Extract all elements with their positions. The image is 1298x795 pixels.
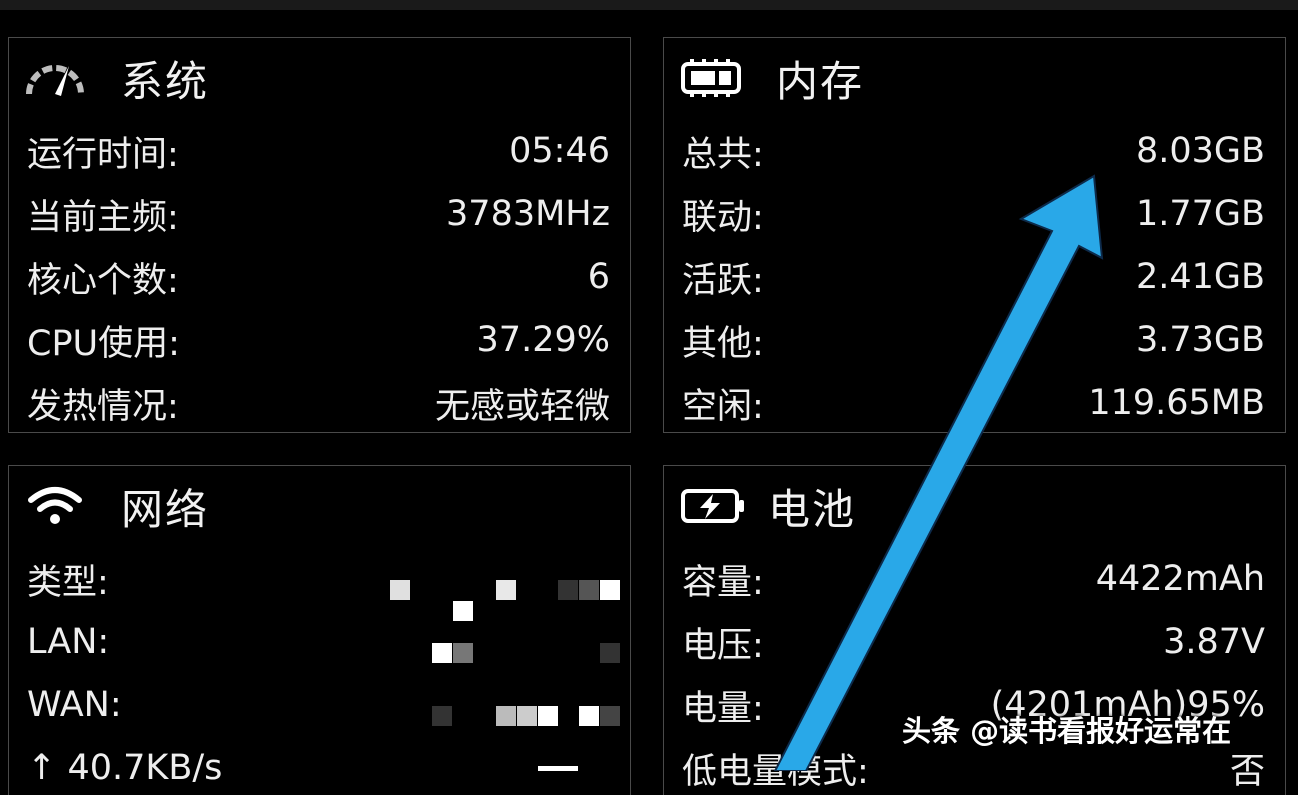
battery-voltage-value: 3.87V (1163, 622, 1265, 662)
system-panel: 系统 运行时间: 05:46 当前主频: 3783MHz 核心个数: 6 CPU… (8, 37, 631, 433)
memory-total-label: 总共: (682, 134, 764, 175)
memory-free-row: 空闲: 119.65MB (682, 378, 1265, 428)
battery-capacity-row: 容量: 4422mAh (682, 554, 1265, 604)
battery-voltage-label: 电压: (682, 625, 764, 666)
speedometer-icon (25, 56, 91, 100)
memory-wired-row: 联动: 1.77GB (682, 189, 1265, 239)
cpu-usage-row: CPU使用: 37.29% (27, 315, 610, 365)
network-header: 网络 (25, 482, 209, 534)
cores-row: 核心个数: 6 (27, 252, 610, 302)
frequency-value: 3783MHz (446, 194, 610, 234)
system-header: 系统 (25, 54, 209, 106)
network-upload-row: ↑ 40.7KB/s (27, 743, 610, 793)
memory-active-row: 活跃: 2.41GB (682, 252, 1265, 302)
battery-capacity-value: 4422mAh (1095, 559, 1265, 599)
network-title: 网络 (121, 484, 210, 534)
cpu-usage-value: 37.29% (476, 320, 610, 360)
memory-total-value: 8.03GB (1135, 131, 1265, 171)
battery-capacity-label: 容量: (682, 562, 764, 603)
cpu-usage-label: CPU使用: (27, 323, 180, 364)
network-type-row: 类型: (27, 554, 610, 604)
low-power-label: 低电量模式: (682, 751, 869, 792)
network-lan-row: LAN: (27, 617, 610, 667)
memory-free-value: 119.65MB (1088, 383, 1265, 423)
memory-panel: 内存 总共: 8.03GB 联动: 1.77GB 活跃: 2.41GB 其他: … (663, 37, 1286, 433)
network-wan-label: WAN: (27, 685, 122, 725)
memory-free-label: 空闲: (682, 386, 764, 427)
thermal-label: 发热情况: (27, 386, 179, 427)
cores-label: 核心个数: (27, 260, 179, 301)
network-panel: 网络 类型: LAN: WAN: ↑ 40.7KB/s (8, 465, 631, 795)
battery-title: 电池 (768, 484, 857, 534)
top-bar (0, 0, 1298, 10)
thermal-value: 无感或轻微 (434, 386, 610, 427)
memory-other-value: 3.73GB (1135, 320, 1265, 360)
network-type-label: 类型: (27, 562, 109, 603)
memory-active-value: 2.41GB (1135, 257, 1265, 297)
memory-chip-icon (680, 56, 746, 100)
memory-total-row: 总共: 8.03GB (682, 126, 1265, 176)
battery-level-label: 电量: (682, 688, 764, 729)
watermark: 头条 @读书看报好运常在 (902, 714, 1232, 748)
uptime-value: 05:46 (509, 131, 610, 171)
battery-charging-icon (680, 484, 746, 528)
memory-header: 内存 (680, 54, 864, 106)
frequency-row: 当前主频: 3783MHz (27, 189, 610, 239)
memory-other-row: 其他: 3.73GB (682, 315, 1265, 365)
memory-other-label: 其他: (682, 323, 764, 364)
network-upload-label: ↑ 40.7KB/s (27, 748, 223, 788)
uptime-label: 运行时间: (27, 134, 179, 175)
uptime-row: 运行时间: 05:46 (27, 126, 610, 176)
memory-active-label: 活跃: (682, 260, 764, 301)
memory-title: 内存 (776, 56, 865, 106)
battery-header: 电池 (680, 482, 856, 534)
battery-voltage-row: 电压: 3.87V (682, 617, 1265, 667)
wifi-icon (25, 484, 91, 528)
frequency-label: 当前主频: (27, 197, 179, 238)
cores-value: 6 (587, 257, 610, 297)
low-power-value: 否 (1229, 751, 1265, 792)
network-lan-label: LAN: (27, 622, 110, 662)
thermal-row: 发热情况: 无感或轻微 (27, 378, 610, 428)
low-power-row: 低电量模式: 否 (682, 743, 1265, 793)
memory-wired-label: 联动: (682, 197, 764, 238)
system-title: 系统 (121, 56, 210, 106)
memory-wired-value: 1.77GB (1135, 194, 1265, 234)
